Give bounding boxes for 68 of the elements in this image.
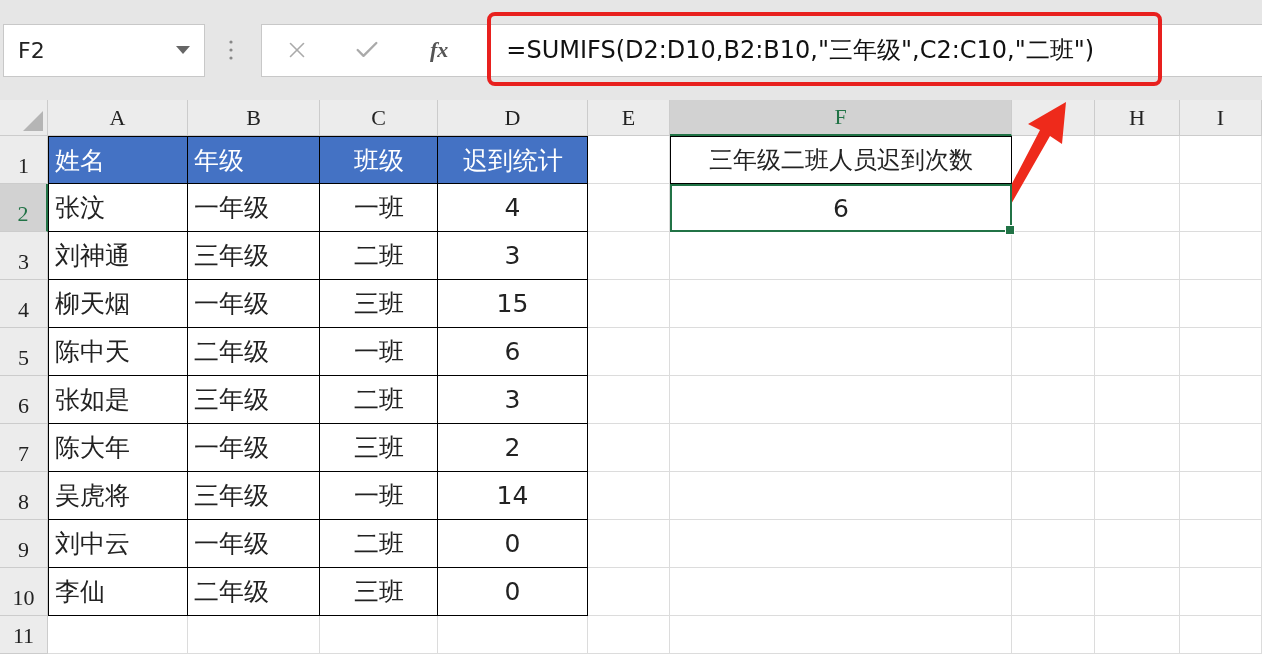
- row-header[interactable]: 10: [0, 568, 48, 616]
- table-cell: 三班: [320, 280, 438, 328]
- table-cell: 吴虎将: [48, 472, 188, 520]
- row-header[interactable]: 5: [0, 328, 48, 376]
- table-cell: 三年级: [188, 232, 320, 280]
- table-cell: 二班: [320, 376, 438, 424]
- row-header[interactable]: 8: [0, 472, 48, 520]
- formula-field[interactable]: fx =SUMIFS(D2:D10,B2:B10,"三年级",C2:C10,"二班"): [261, 23, 1262, 77]
- table-cell: 张如是: [48, 376, 188, 424]
- table-cell: 15: [438, 280, 588, 328]
- column-header[interactable]: F: [670, 100, 1012, 136]
- grip-icon: [229, 39, 233, 61]
- table-cell: 李仙: [48, 568, 188, 616]
- row-header[interactable]: 2: [0, 184, 48, 232]
- row-header[interactable]: 6: [0, 376, 48, 424]
- table-cell: 一年级: [188, 424, 320, 472]
- name-box[interactable]: F2: [3, 23, 205, 77]
- table-cell: 一班: [320, 328, 438, 376]
- table-cell: 张汶: [48, 184, 188, 232]
- function-label[interactable]: fx: [430, 37, 449, 63]
- column-header[interactable]: E: [588, 100, 670, 136]
- column-header[interactable]: C: [320, 100, 438, 136]
- fill-handle[interactable]: [1005, 225, 1015, 235]
- table-cell: 3: [438, 232, 588, 280]
- row-header[interactable]: 7: [0, 424, 48, 472]
- table-cell: 一班: [320, 184, 438, 232]
- table-cell: 柳天烟: [48, 280, 188, 328]
- table-cell: 刘神通: [48, 232, 188, 280]
- table-cell: 一年级: [188, 184, 320, 232]
- table-cell: 二年级: [188, 568, 320, 616]
- row-header[interactable]: 1: [0, 136, 48, 184]
- table-cell: 三年级二班人员迟到次数: [670, 136, 1012, 184]
- table-cell: 三年级: [188, 376, 320, 424]
- table-cell: 2: [438, 424, 588, 472]
- row-header[interactable]: 9: [0, 520, 48, 568]
- table-cell: 6: [438, 328, 588, 376]
- table-cell: 一年级: [188, 280, 320, 328]
- column-header[interactable]: A: [48, 100, 188, 136]
- table-cell: 三班: [320, 568, 438, 616]
- table-cell: 二班: [320, 232, 438, 280]
- table-cell: 二班: [320, 520, 438, 568]
- row-header[interactable]: 11: [0, 616, 48, 654]
- table-cell: 三年级: [188, 472, 320, 520]
- table-cell: 一班: [320, 472, 438, 520]
- table-cell: 刘中云: [48, 520, 188, 568]
- table-cell: 三班: [320, 424, 438, 472]
- table-cell: 一年级: [188, 520, 320, 568]
- column-header[interactable]: I: [1180, 100, 1262, 136]
- table-cell: 陈中天: [48, 328, 188, 376]
- header-cell: 年级: [188, 136, 320, 184]
- column-header[interactable]: H: [1095, 100, 1180, 136]
- table-cell: 6: [670, 184, 1012, 232]
- table-cell: 陈大年: [48, 424, 188, 472]
- formula-text: =SUMIFS(D2:D10,B2:B10,"三年级",C2:C10,"二班"): [506, 36, 1095, 64]
- table-cell: 0: [438, 520, 588, 568]
- header-cell: 姓名: [48, 136, 188, 184]
- row-header[interactable]: 4: [0, 280, 48, 328]
- row-header[interactable]: 3: [0, 232, 48, 280]
- table-cell: 4: [438, 184, 588, 232]
- column-header[interactable]: B: [188, 100, 320, 136]
- table-cell: 二年级: [188, 328, 320, 376]
- header-cell: 迟到统计: [438, 136, 588, 184]
- caret-icon[interactable]: [176, 46, 190, 54]
- table-cell: 14: [438, 472, 588, 520]
- table-cell: 0: [438, 568, 588, 616]
- header-cell: 班级: [320, 136, 438, 184]
- table-cell: 3: [438, 376, 588, 424]
- column-header[interactable]: D: [438, 100, 588, 136]
